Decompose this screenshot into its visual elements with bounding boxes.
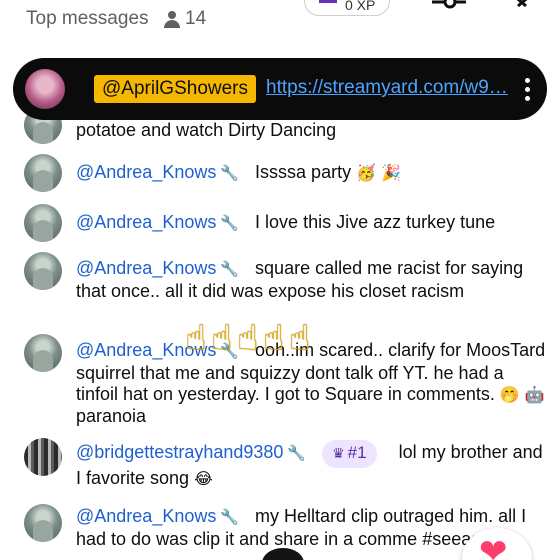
- xp-label: 0 XP: [345, 0, 376, 13]
- pointing-up-emoji: ☝: [262, 318, 285, 359]
- avatar[interactable]: [24, 252, 62, 290]
- message-body-end: paranoia: [76, 405, 147, 426]
- author-name[interactable]: @Andrea_Knows: [76, 506, 216, 526]
- viewer-count: 14: [163, 8, 206, 30]
- moderator-wrench-icon: 🔧: [220, 215, 240, 232]
- pointing-up-emoji: ☝: [185, 318, 207, 359]
- chat-header: Top messages 14 0 XP: [0, 0, 560, 44]
- message-emojis: 😂: [194, 468, 213, 488]
- avatar[interactable]: [24, 334, 62, 372]
- message-text: @bridgettestrayhand9380 🔧 ♛ #1 lol my brothe…: [76, 440, 546, 489]
- pinned-message-banner[interactable]: @AprilGShowers https://streamyard.com/w9…: [13, 58, 547, 120]
- message-text: @Andrea_Knows 🔧 Issssa party 🥳 🎉: [76, 162, 546, 185]
- avatar[interactable]: [24, 154, 62, 192]
- viewer-count-value: 14: [185, 8, 207, 29]
- moderator-wrench-icon: 🔧: [220, 509, 240, 526]
- member-badge[interactable]: ♛ #1: [322, 440, 377, 468]
- message-text: @Andrea_Knows 🔧 I love this Jive azz turke…: [76, 212, 546, 235]
- pointing-up-emoji: ☝: [210, 318, 233, 359]
- pointing-up-emoji: ☝: [288, 318, 311, 359]
- pinned-link[interactable]: https://streamyard.com/w9…: [266, 77, 512, 99]
- message-emojis: 🥳 🎉: [356, 163, 402, 182]
- moderator-wrench-icon: 🔧: [220, 165, 240, 182]
- moderator-wrench-icon: 🔧: [220, 261, 240, 278]
- message-text: potatoe and watch Dirty Dancing: [76, 120, 546, 142]
- author-name[interactable]: @bridgettestrayhand9380: [76, 442, 283, 462]
- avatar[interactable]: [24, 438, 62, 476]
- close-icon[interactable]: [508, 0, 536, 12]
- crown-icon: ♛: [332, 446, 345, 462]
- pinned-username-chip[interactable]: @AprilGShowers: [94, 75, 256, 103]
- reaction-overlay: ☝ ☝ ☝ ☝ ☝: [185, 318, 415, 370]
- message-text: @Andrea_Knows 🔧 square called me racist fo…: [76, 258, 546, 302]
- banner-avatar[interactable]: [25, 69, 65, 109]
- author-name[interactable]: @Andrea_Knows: [76, 258, 216, 278]
- tune-icon[interactable]: [432, 0, 466, 12]
- author-name[interactable]: @Andrea_Knows: [76, 162, 216, 182]
- person-icon: [163, 10, 181, 28]
- message-body: Issssa party: [255, 162, 352, 182]
- pointing-up-emoji: ☝: [236, 318, 259, 359]
- more-vertical-icon[interactable]: [523, 76, 531, 102]
- author-name[interactable]: @Andrea_Knows: [76, 212, 216, 232]
- avatar[interactable]: [24, 204, 62, 242]
- chat-mode-title[interactable]: Top messages: [26, 8, 149, 30]
- message-body: potatoe and watch Dirty Dancing: [76, 120, 337, 140]
- badge-label: #1: [347, 443, 367, 462]
- avatar[interactable]: [24, 504, 62, 542]
- xp-pill[interactable]: 0 XP: [304, 0, 390, 16]
- message-body: I love this Jive azz turkey tune: [255, 212, 496, 232]
- message-emojis: 🤭 🤖: [499, 385, 545, 404]
- heart-icon: ❤: [479, 532, 508, 560]
- moderator-wrench-icon: 🔧: [287, 445, 307, 462]
